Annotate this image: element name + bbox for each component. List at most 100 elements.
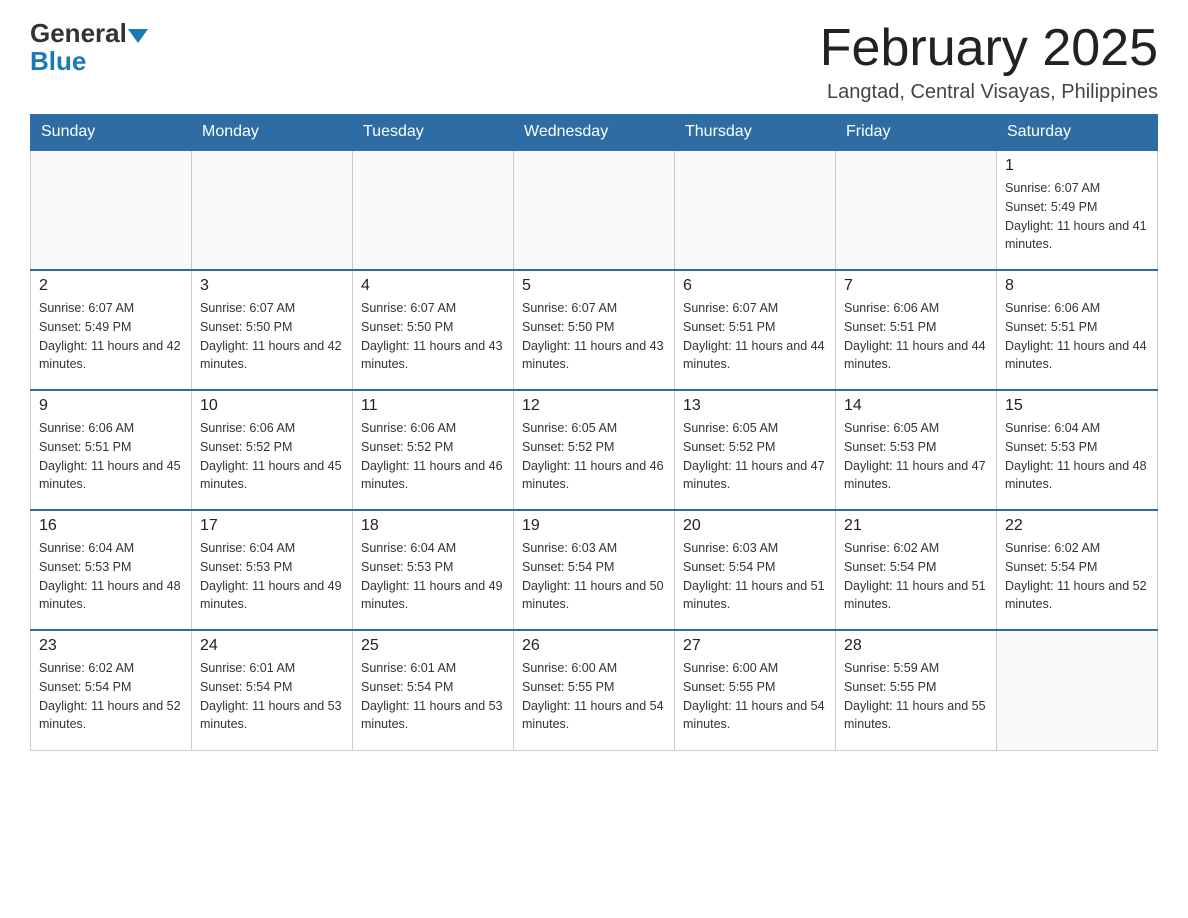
calendar-cell bbox=[997, 630, 1158, 750]
day-number: 23 bbox=[39, 637, 183, 655]
calendar-cell: 7 Sunrise: 6:06 AMSunset: 5:51 PMDaylight… bbox=[836, 270, 997, 390]
calendar-cell: 20 Sunrise: 6:03 AMSunset: 5:54 PMDayligh… bbox=[675, 510, 836, 630]
calendar-body: 1 Sunrise: 6:07 AMSunset: 5:49 PMDaylight… bbox=[31, 150, 1158, 750]
calendar-cell: 28 Sunrise: 5:59 AMSunset: 5:55 PMDayligh… bbox=[836, 630, 997, 750]
weekday-header-monday: Monday bbox=[192, 115, 353, 151]
day-info: Sunrise: 6:05 AMSunset: 5:52 PMDaylight:… bbox=[683, 419, 827, 494]
day-info: Sunrise: 5:59 AMSunset: 5:55 PMDaylight:… bbox=[844, 659, 988, 734]
calendar-cell: 5 Sunrise: 6:07 AMSunset: 5:50 PMDaylight… bbox=[514, 270, 675, 390]
day-info: Sunrise: 6:07 AMSunset: 5:49 PMDaylight:… bbox=[1005, 179, 1149, 254]
day-number: 21 bbox=[844, 517, 988, 535]
day-info: Sunrise: 6:03 AMSunset: 5:54 PMDaylight:… bbox=[522, 539, 666, 614]
calendar-header: SundayMondayTuesdayWednesdayThursdayFrid… bbox=[31, 115, 1158, 151]
weekday-header-sunday: Sunday bbox=[31, 115, 192, 151]
day-number: 14 bbox=[844, 397, 988, 415]
day-info: Sunrise: 6:04 AMSunset: 5:53 PMDaylight:… bbox=[39, 539, 183, 614]
day-number: 18 bbox=[361, 517, 505, 535]
calendar-cell: 1 Sunrise: 6:07 AMSunset: 5:49 PMDaylight… bbox=[997, 150, 1158, 270]
day-info: Sunrise: 6:04 AMSunset: 5:53 PMDaylight:… bbox=[1005, 419, 1149, 494]
day-info: Sunrise: 6:01 AMSunset: 5:54 PMDaylight:… bbox=[200, 659, 344, 734]
calendar-week-row: 2Sunrise: 6:07 AMSunset: 5:49 PMDaylight… bbox=[31, 270, 1158, 390]
calendar-cell bbox=[514, 150, 675, 270]
day-number: 25 bbox=[361, 637, 505, 655]
day-number: 1 bbox=[1005, 157, 1149, 175]
weekday-header-saturday: Saturday bbox=[997, 115, 1158, 151]
calendar-cell: 23 Sunrise: 6:02 AMSunset: 5:54 PMDayligh… bbox=[31, 630, 192, 750]
weekday-header-wednesday: Wednesday bbox=[514, 115, 675, 151]
day-number: 8 bbox=[1005, 277, 1149, 295]
day-number: 15 bbox=[1005, 397, 1149, 415]
day-info: Sunrise: 6:00 AMSunset: 5:55 PMDaylight:… bbox=[522, 659, 666, 734]
calendar-cell: 25 Sunrise: 6:01 AMSunset: 5:54 PMDayligh… bbox=[353, 630, 514, 750]
day-number: 20 bbox=[683, 517, 827, 535]
location-title: Langtad, Central Visayas, Philippines bbox=[820, 81, 1158, 104]
day-number: 11 bbox=[361, 397, 505, 415]
logo-blue-text: Blue bbox=[30, 46, 86, 76]
day-number: 27 bbox=[683, 637, 827, 655]
day-info: Sunrise: 6:02 AMSunset: 5:54 PMDaylight:… bbox=[39, 659, 183, 734]
weekday-header-row: SundayMondayTuesdayWednesdayThursdayFrid… bbox=[31, 115, 1158, 151]
weekday-header-thursday: Thursday bbox=[675, 115, 836, 151]
logo: General Blue bbox=[30, 20, 150, 77]
calendar-cell: 27 Sunrise: 6:00 AMSunset: 5:55 PMDayligh… bbox=[675, 630, 836, 750]
day-info: Sunrise: 6:03 AMSunset: 5:54 PMDaylight:… bbox=[683, 539, 827, 614]
day-number: 4 bbox=[361, 277, 505, 295]
calendar-cell: 26 Sunrise: 6:00 AMSunset: 5:55 PMDayligh… bbox=[514, 630, 675, 750]
day-info: Sunrise: 6:07 AMSunset: 5:50 PMDaylight:… bbox=[200, 299, 344, 374]
logo-general-text: General bbox=[30, 20, 127, 46]
day-info: Sunrise: 6:00 AMSunset: 5:55 PMDaylight:… bbox=[683, 659, 827, 734]
page-header: General Blue February 2025 Langtad, Cent… bbox=[30, 20, 1158, 104]
calendar-cell: 17Sunrise: 6:04 AMSunset: 5:53 PMDayligh… bbox=[192, 510, 353, 630]
day-number: 12 bbox=[522, 397, 666, 415]
day-info: Sunrise: 6:06 AMSunset: 5:52 PMDaylight:… bbox=[200, 419, 344, 494]
day-info: Sunrise: 6:07 AMSunset: 5:50 PMDaylight:… bbox=[522, 299, 666, 374]
calendar-cell bbox=[353, 150, 514, 270]
day-number: 19 bbox=[522, 517, 666, 535]
calendar-cell: 6Sunrise: 6:07 AMSunset: 5:51 PMDaylight… bbox=[675, 270, 836, 390]
day-info: Sunrise: 6:06 AMSunset: 5:51 PMDaylight:… bbox=[844, 299, 988, 374]
calendar-cell: 2Sunrise: 6:07 AMSunset: 5:49 PMDaylight… bbox=[31, 270, 192, 390]
title-section: February 2025 Langtad, Central Visayas, … bbox=[820, 20, 1158, 104]
day-info: Sunrise: 6:05 AMSunset: 5:52 PMDaylight:… bbox=[522, 419, 666, 494]
calendar-cell: 9 Sunrise: 6:06 AMSunset: 5:51 PMDaylight… bbox=[31, 390, 192, 510]
day-number: 7 bbox=[844, 277, 988, 295]
calendar-cell: 21 Sunrise: 6:02 AMSunset: 5:54 PMDayligh… bbox=[836, 510, 997, 630]
calendar-cell bbox=[192, 150, 353, 270]
day-info: Sunrise: 6:05 AMSunset: 5:53 PMDaylight:… bbox=[844, 419, 988, 494]
day-number: 24 bbox=[200, 637, 344, 655]
day-number: 28 bbox=[844, 637, 988, 655]
calendar-cell: 14 Sunrise: 6:05 AMSunset: 5:53 PMDayligh… bbox=[836, 390, 997, 510]
calendar-cell: 24 Sunrise: 6:01 AMSunset: 5:54 PMDayligh… bbox=[192, 630, 353, 750]
calendar-cell bbox=[675, 150, 836, 270]
day-number: 2 bbox=[39, 277, 183, 295]
day-info: Sunrise: 6:06 AMSunset: 5:51 PMDaylight:… bbox=[39, 419, 183, 494]
calendar-cell: 13 Sunrise: 6:05 AMSunset: 5:52 PMDayligh… bbox=[675, 390, 836, 510]
calendar-cell: 11 Sunrise: 6:06 AMSunset: 5:52 PMDayligh… bbox=[353, 390, 514, 510]
calendar-week-row: 23 Sunrise: 6:02 AMSunset: 5:54 PMDayligh… bbox=[31, 630, 1158, 750]
calendar-week-row: 16 Sunrise: 6:04 AMSunset: 5:53 PMDayligh… bbox=[31, 510, 1158, 630]
calendar-cell bbox=[836, 150, 997, 270]
day-info: Sunrise: 6:02 AMSunset: 5:54 PMDaylight:… bbox=[844, 539, 988, 614]
day-number: 16 bbox=[39, 517, 183, 535]
calendar-cell: 10 Sunrise: 6:06 AMSunset: 5:52 PMDayligh… bbox=[192, 390, 353, 510]
day-info: Sunrise: 6:07 AMSunset: 5:51 PMDaylight:… bbox=[683, 299, 827, 374]
day-info: Sunrise: 6:06 AMSunset: 5:52 PMDaylight:… bbox=[361, 419, 505, 494]
calendar-cell: 22Sunrise: 6:02 AMSunset: 5:54 PMDayligh… bbox=[997, 510, 1158, 630]
day-number: 5 bbox=[522, 277, 666, 295]
day-info: Sunrise: 6:01 AMSunset: 5:54 PMDaylight:… bbox=[361, 659, 505, 734]
day-number: 26 bbox=[522, 637, 666, 655]
calendar-cell bbox=[31, 150, 192, 270]
day-info: Sunrise: 6:04 AMSunset: 5:53 PMDaylight:… bbox=[200, 539, 344, 614]
day-info: Sunrise: 6:07 AMSunset: 5:50 PMDaylight:… bbox=[361, 299, 505, 374]
calendar-cell: 15 Sunrise: 6:04 AMSunset: 5:53 PMDayligh… bbox=[997, 390, 1158, 510]
day-number: 9 bbox=[39, 397, 183, 415]
calendar-cell: 16 Sunrise: 6:04 AMSunset: 5:53 PMDayligh… bbox=[31, 510, 192, 630]
day-number: 10 bbox=[200, 397, 344, 415]
calendar-cell: 8 Sunrise: 6:06 AMSunset: 5:51 PMDaylight… bbox=[997, 270, 1158, 390]
day-number: 13 bbox=[683, 397, 827, 415]
day-info: Sunrise: 6:06 AMSunset: 5:51 PMDaylight:… bbox=[1005, 299, 1149, 374]
calendar-cell: 19 Sunrise: 6:03 AMSunset: 5:54 PMDayligh… bbox=[514, 510, 675, 630]
calendar-week-row: 1 Sunrise: 6:07 AMSunset: 5:49 PMDaylight… bbox=[31, 150, 1158, 270]
calendar-cell: 18Sunrise: 6:04 AMSunset: 5:53 PMDayligh… bbox=[353, 510, 514, 630]
calendar-cell: 3Sunrise: 6:07 AMSunset: 5:50 PMDaylight… bbox=[192, 270, 353, 390]
